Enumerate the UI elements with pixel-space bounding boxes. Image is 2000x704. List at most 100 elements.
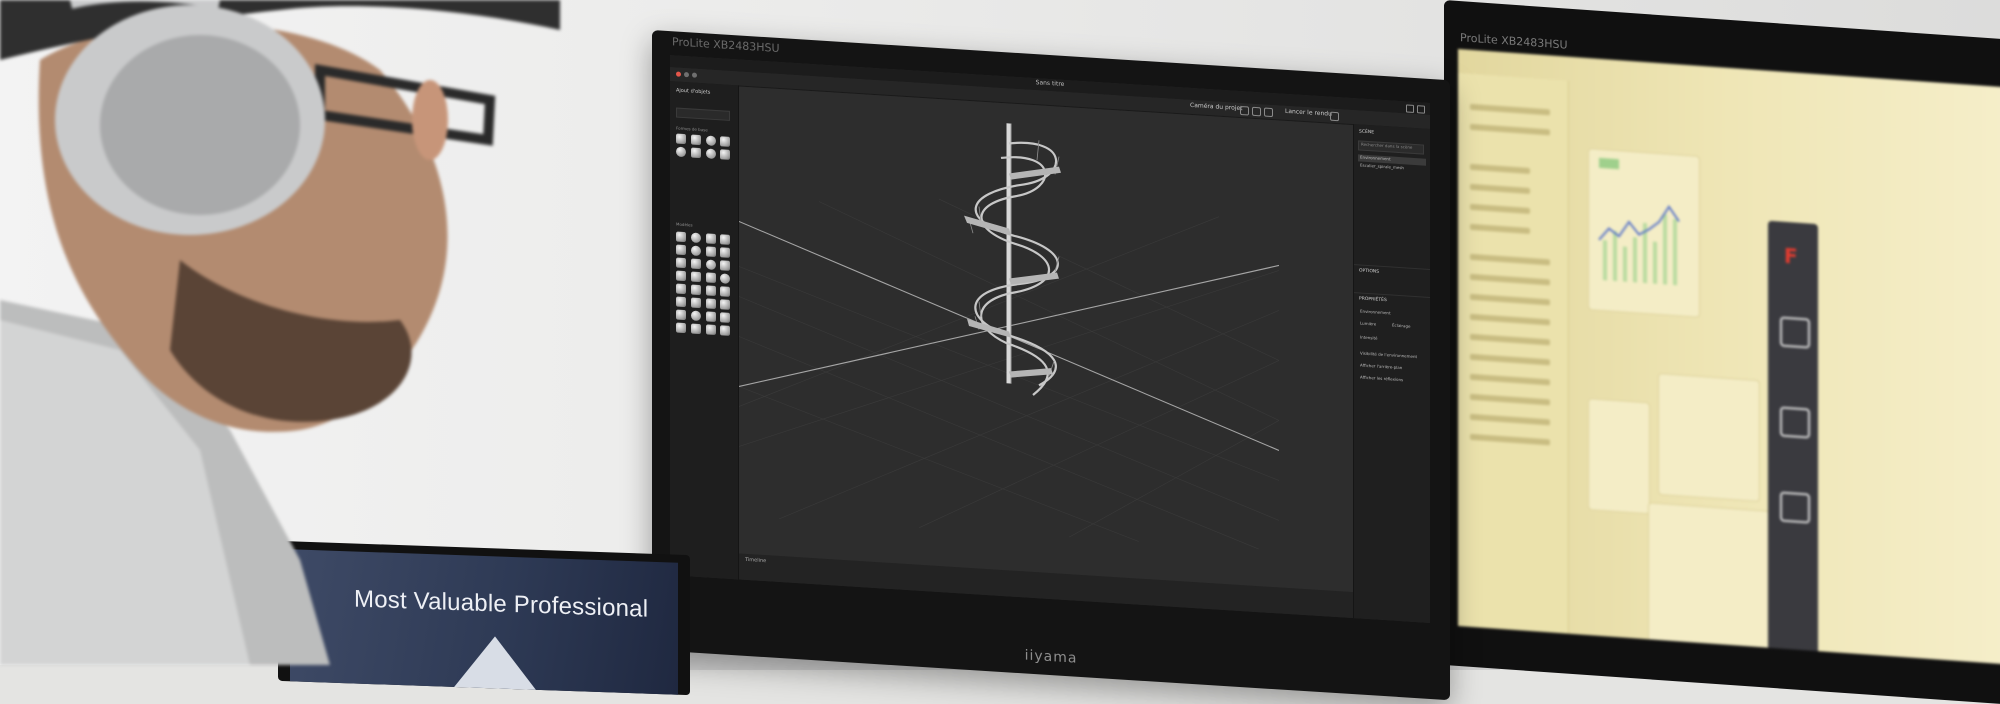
right-properties-panel: SCÈNE Rechercher dans la scène Environne… (1353, 124, 1430, 623)
scene-search-input[interactable]: Rechercher dans la scène (1358, 140, 1424, 155)
list-item (1470, 223, 1530, 235)
model-item-icon[interactable] (705, 246, 716, 257)
model-item-icon[interactable] (720, 325, 731, 336)
pyramid-shape-icon[interactable] (690, 147, 701, 159)
capsule-shape-icon[interactable] (705, 148, 716, 159)
torus-shape-icon[interactable] (676, 146, 686, 158)
list-item (1470, 313, 1550, 326)
models-grid (676, 231, 732, 337)
cube-shape-icon[interactable] (676, 133, 686, 145)
model-item-icon[interactable] (705, 272, 716, 283)
left-objects-panel: Ajout d'objets Formes de base Modèles (670, 81, 739, 580)
close-button[interactable] (1417, 105, 1425, 114)
left-search-input[interactable] (676, 107, 730, 121)
spiral-staircase-model[interactable] (964, 121, 1061, 397)
basic-shapes-grid (676, 133, 732, 161)
main-monitor-brand: iiyama (1024, 647, 1078, 667)
visibility-section-title: Visibilité de l'environnement (1360, 350, 1418, 360)
left-panel-title: Ajout d'objets (676, 87, 711, 96)
model-item-icon[interactable] (690, 323, 701, 335)
properties-heading: PROPRIÉTÉS (1359, 296, 1387, 304)
camera-select[interactable]: Caméra du projet (1190, 102, 1243, 112)
model-item-icon[interactable] (676, 322, 686, 334)
model-item-icon[interactable] (676, 309, 686, 321)
help-icon[interactable] (1330, 111, 1339, 122)
scale-tool-icon[interactable] (1264, 107, 1273, 118)
scene-heading: SCÈNE (1359, 129, 1375, 136)
model-item-icon[interactable] (690, 297, 701, 309)
section-models-label: Modèles (676, 221, 693, 228)
line-chart-thumbnail (1598, 157, 1680, 286)
move-tool-icon[interactable] (1240, 105, 1249, 116)
list-item (1470, 273, 1550, 286)
model-item-icon[interactable] (720, 234, 731, 245)
sphere-shape-icon[interactable] (705, 135, 716, 146)
right-monitor-screen: F (1458, 48, 2000, 665)
model-item-icon[interactable] (676, 283, 686, 295)
model-item-icon[interactable] (676, 296, 686, 308)
model-item-icon[interactable] (720, 273, 731, 284)
section-shapes-label: Formes de base (676, 125, 708, 133)
model-item-icon[interactable] (690, 232, 701, 244)
model-item-icon[interactable] (676, 244, 686, 256)
right-monitor: ProLite XB2483HSU F (1444, 0, 2000, 704)
calendar-card (1648, 502, 1770, 653)
model-item-icon[interactable] (705, 285, 716, 296)
list-item (1470, 373, 1550, 386)
right-app-nav: F (1768, 220, 1818, 665)
model-item-icon[interactable] (690, 271, 701, 283)
render-button[interactable]: Lancer le rendu (1285, 108, 1332, 118)
environment-label: Environnement (1360, 308, 1391, 316)
model-item-icon[interactable] (705, 233, 716, 244)
folder-icon (1780, 316, 1810, 349)
prism-shape-icon[interactable] (720, 149, 731, 160)
maximize-button[interactable] (1406, 104, 1414, 113)
model-item-icon[interactable] (720, 312, 731, 323)
3d-viewport[interactable] (739, 86, 1353, 593)
intensity-field[interactable]: Intensité (1358, 334, 1426, 345)
list-item (1470, 253, 1550, 266)
rotate-tool-icon[interactable] (1252, 106, 1261, 117)
undo-icon[interactable] (684, 72, 689, 78)
tab-lumiere[interactable]: Lumière (1358, 320, 1390, 329)
stats-card (1658, 372, 1760, 503)
model-item-icon[interactable] (720, 286, 731, 297)
show-background-checkbox[interactable]: Afficher l'arrière-plan (1358, 362, 1426, 373)
list-item (1470, 413, 1550, 426)
model-item-icon[interactable] (705, 311, 716, 322)
model-item-icon[interactable] (676, 231, 686, 243)
timeline-label: Timeline (745, 556, 767, 565)
list-item (1470, 103, 1550, 116)
list-item (1470, 293, 1550, 306)
show-reflections-checkbox[interactable]: Afficher les réflexions (1358, 374, 1426, 385)
model-item-icon[interactable] (690, 245, 701, 257)
options-heading: OPTIONS (1359, 268, 1380, 275)
model-item-icon[interactable] (690, 284, 701, 296)
model-item-icon[interactable] (705, 298, 716, 309)
main-monitor-screen: Sans titre Caméra du projet Lancer le re… (670, 55, 1430, 623)
model-item-icon[interactable] (720, 299, 731, 310)
model-item-icon[interactable] (705, 324, 716, 335)
model-item-icon[interactable] (705, 259, 716, 270)
model-item-icon[interactable] (690, 310, 701, 322)
window-title: Sans titre (1035, 79, 1065, 88)
cylinder-shape-icon[interactable] (690, 134, 701, 146)
app-menu-icon[interactable] (676, 71, 681, 77)
redo-icon[interactable] (692, 72, 697, 78)
model-item-icon[interactable] (676, 257, 686, 269)
cone-shape-icon[interactable] (720, 136, 731, 147)
right-dashboard-sidebar (1458, 72, 1569, 634)
chart-card (1588, 148, 1700, 318)
small-card (1588, 398, 1650, 515)
tab-eclairage[interactable]: Éclairage (1390, 322, 1422, 331)
model-item-icon[interactable] (720, 247, 731, 258)
model-item-icon[interactable] (690, 258, 701, 270)
model-item-icon[interactable] (720, 260, 731, 271)
main-monitor: ProLite XB2483HSU Sans titre Caméra du p… (652, 30, 1450, 701)
list-item (1470, 163, 1530, 175)
list-item (1470, 333, 1550, 346)
app-logo-icon: F (1784, 243, 1798, 269)
right-monitor-brand: ProLite XB2483HSU (1460, 31, 1568, 52)
model-item-icon[interactable] (676, 270, 686, 282)
person-with-headphones (0, 0, 560, 665)
